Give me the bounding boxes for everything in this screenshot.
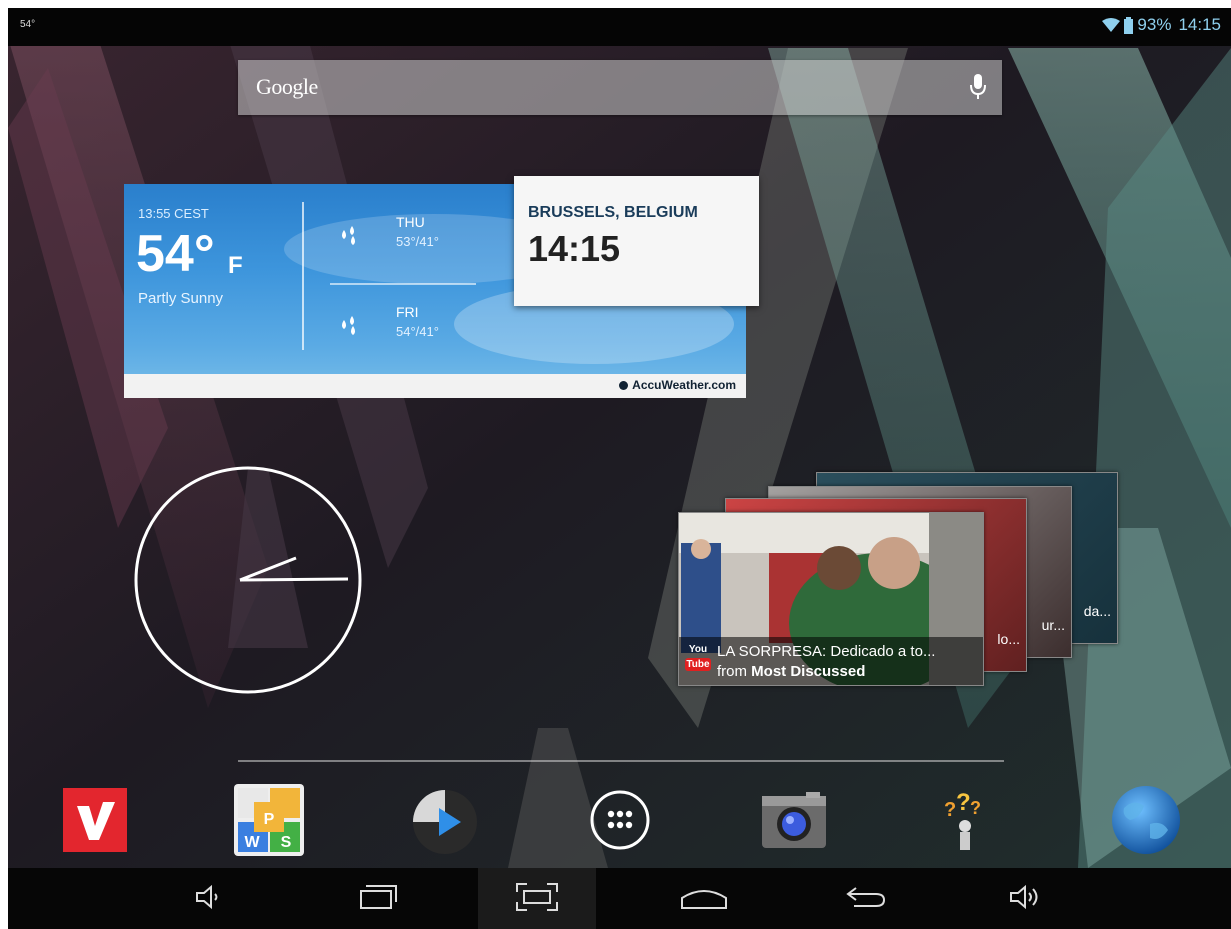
- youtube-card-title: da...: [1083, 603, 1111, 619]
- analog-clock-widget[interactable]: [128, 460, 368, 700]
- divider: [302, 202, 304, 350]
- back-icon[interactable]: [844, 882, 888, 912]
- forecast-day-name: FRI: [396, 304, 419, 320]
- mic-icon[interactable]: [968, 73, 988, 101]
- weather-condition: Partly Sunny: [138, 290, 224, 307]
- svg-text:S: S: [281, 834, 292, 851]
- recent-apps-icon[interactable]: [356, 882, 400, 912]
- screenshot-icon[interactable]: [515, 882, 559, 912]
- weather-unit: F: [228, 252, 243, 279]
- svg-text:?: ?: [970, 798, 981, 818]
- accuweather-label: AccuWeather.com: [632, 378, 736, 392]
- forecast-day-name: THU: [396, 214, 425, 230]
- v-logo-icon[interactable]: [63, 788, 127, 852]
- google-logo: Google: [256, 74, 318, 99]
- youtube-widget[interactable]: You Tube LA SORPRESA: Dedicado a to... f…: [678, 512, 984, 686]
- world-clock-city: BRUSSELS, BELGIUM: [528, 204, 698, 221]
- home-screen: 54° 93% 14:15 Google ​13:55 CEST 54° F P…: [8, 8, 1231, 929]
- weather-local-time: ​13:55 CEST: [138, 206, 209, 221]
- svg-text:P: P: [264, 811, 275, 828]
- battery-percent: 93%: [1137, 15, 1172, 34]
- youtube-video-title: LA SORPRESA: Dedicado a to...: [717, 643, 936, 660]
- status-temperature: 54°: [20, 19, 36, 30]
- globe-icon[interactable]: [1110, 784, 1182, 856]
- home-icon[interactable]: [680, 882, 728, 912]
- google-search-bar[interactable]: Google: [238, 60, 1002, 115]
- navigation-bar: [8, 868, 1231, 929]
- status-bar: 54° 93% 14:15: [8, 8, 1231, 46]
- youtube-card-title: lo...: [997, 631, 1020, 647]
- app-drawer-icon[interactable]: [588, 788, 652, 852]
- hour-hand: [239, 556, 297, 582]
- question-marks-icon[interactable]: ? ? ?: [940, 792, 990, 852]
- camera-icon[interactable]: [760, 790, 828, 852]
- rain-drops-icon: [342, 316, 355, 335]
- youtube-logo-icon: You Tube: [685, 644, 711, 671]
- divider: [330, 283, 476, 285]
- battery-icon: [1124, 16, 1134, 34]
- world-clock-time: 14:15: [528, 228, 621, 269]
- forecast-day-range: 53°/41°: [396, 234, 439, 249]
- weather-footer: AccuWeather.com: [124, 374, 746, 398]
- status-indicators: 93% 14:15: [1102, 15, 1221, 35]
- youtube-caption: You Tube LA SORPRESA: Dedicado a to... f…: [679, 637, 983, 685]
- forecast-day-range: 54°/41°: [396, 324, 439, 339]
- play-icon[interactable]: [411, 788, 479, 856]
- volume-down-icon[interactable]: [194, 882, 224, 912]
- youtube-card-title: ur...: [1041, 617, 1065, 633]
- tiles-icon[interactable]: P W S: [234, 784, 304, 856]
- svg-text:W: W: [244, 834, 260, 851]
- accuweather-link[interactable]: AccuWeather.com: [619, 378, 736, 392]
- accuweather-logo-icon: [619, 380, 629, 390]
- minute-hand: [239, 577, 349, 582]
- dock-divider: [238, 760, 1004, 762]
- rain-drops-icon: [342, 226, 355, 245]
- volume-up-icon[interactable]: [1008, 882, 1044, 912]
- svg-text:?: ?: [956, 792, 971, 816]
- svg-text:?: ?: [944, 799, 956, 821]
- weather-temperature: 54°: [136, 225, 215, 283]
- world-clock-card[interactable]: BRUSSELS, BELGIUM 14:15: [514, 176, 759, 306]
- youtube-video-source: from Most Discussed: [717, 663, 866, 680]
- status-time: 14:15: [1178, 15, 1221, 34]
- wifi-icon: [1102, 18, 1121, 32]
